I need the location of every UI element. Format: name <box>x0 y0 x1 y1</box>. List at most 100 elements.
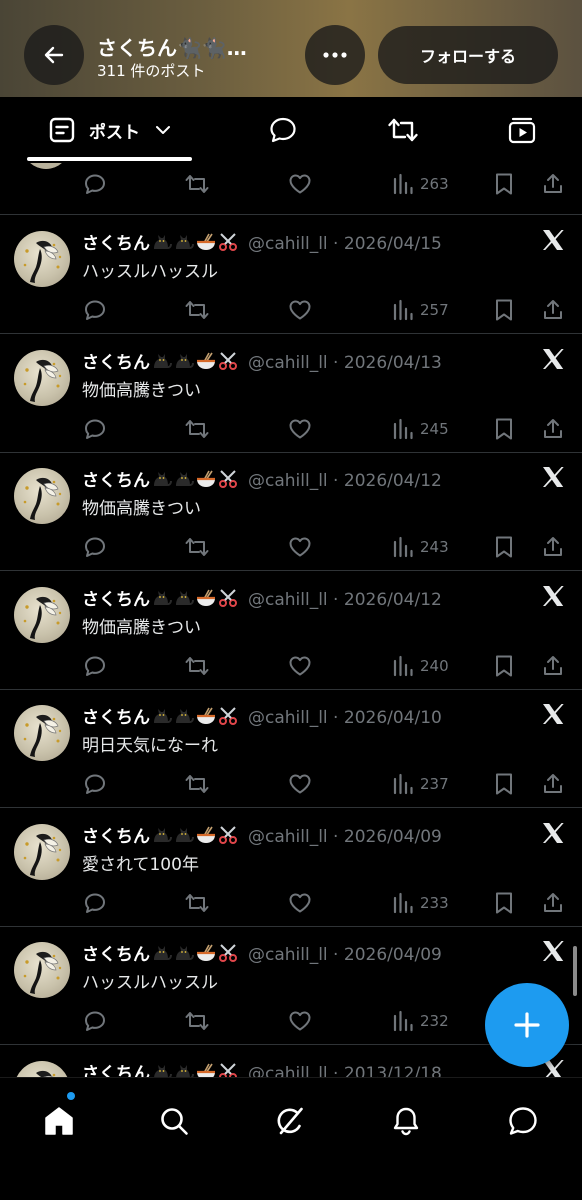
views-button[interactable]: 243 <box>392 534 449 560</box>
like-button[interactable] <box>287 771 313 797</box>
avatar[interactable] <box>14 942 70 998</box>
like-button[interactable] <box>287 890 313 916</box>
tab-replies[interactable] <box>252 97 314 163</box>
post-date[interactable]: 2013/12/18 <box>344 1064 442 1078</box>
like-button[interactable] <box>287 297 313 323</box>
bookmark-button[interactable] <box>492 771 516 797</box>
reply-button[interactable] <box>82 534 108 560</box>
tab-posts[interactable]: ポスト <box>27 97 192 163</box>
post-date[interactable]: 2026/04/13 <box>344 353 442 373</box>
author-handle[interactable]: @cahill_ll <box>248 945 328 965</box>
author-name[interactable]: さくちん <box>82 234 150 254</box>
author-handle[interactable]: @cahill_ll <box>248 471 328 491</box>
compose-post-button[interactable] <box>485 983 569 1067</box>
nav-search[interactable] <box>151 1098 197 1144</box>
like-button[interactable] <box>287 653 313 679</box>
author-name[interactable]: さくちん <box>82 945 150 965</box>
repost-button[interactable] <box>183 771 211 797</box>
avatar[interactable] <box>22 163 70 169</box>
reply-button[interactable] <box>82 297 108 323</box>
reply-button[interactable] <box>82 416 108 442</box>
avatar[interactable] <box>14 231 70 287</box>
nav-home[interactable] <box>36 1098 82 1144</box>
partial-post[interactable]: 263 <box>0 163 582 215</box>
repost-button[interactable] <box>183 416 211 442</box>
author-name[interactable]: さくちん <box>82 1064 150 1078</box>
repost-button[interactable] <box>183 890 211 916</box>
repost-button[interactable] <box>183 1008 211 1034</box>
views-button[interactable]: 263 <box>392 171 449 197</box>
avatar[interactable] <box>14 586 70 643</box>
avatar[interactable] <box>14 1060 70 1077</box>
author-name[interactable]: さくちん <box>82 708 150 728</box>
like-button[interactable] <box>287 171 313 197</box>
bookmark-button[interactable] <box>492 171 516 197</box>
post-date[interactable]: 2026/04/09 <box>344 945 442 965</box>
reply-button[interactable] <box>82 890 108 916</box>
share-button[interactable] <box>541 297 565 323</box>
post-item[interactable]: さくちん @cahill_ll · 2026/04/15 ハッスルハッスル 257 <box>0 215 582 334</box>
author-name[interactable]: さくちん <box>82 590 150 610</box>
views-button[interactable]: 233 <box>392 890 449 916</box>
like-button[interactable] <box>287 534 313 560</box>
author-handle[interactable]: @cahill_ll <box>248 353 328 373</box>
post-date[interactable]: 2026/04/10 <box>344 708 442 728</box>
author-name[interactable]: さくちん <box>82 827 150 847</box>
repost-button[interactable] <box>183 297 211 323</box>
views-button[interactable]: 240 <box>392 653 449 679</box>
follow-button[interactable]: フォローする <box>378 26 558 84</box>
scrollbar-thumb[interactable] <box>573 946 577 996</box>
share-button[interactable] <box>541 653 565 679</box>
post-item[interactable]: さくちん @cahill_ll · 2026/04/12 物価高騰きつい 240 <box>0 571 582 690</box>
post-date[interactable]: 2026/04/15 <box>344 234 442 254</box>
post-item[interactable]: さくちん @cahill_ll · 2026/04/09 愛されて100年 233 <box>0 808 582 927</box>
avatar[interactable] <box>14 349 70 406</box>
views-button[interactable]: 257 <box>392 297 449 323</box>
views-button[interactable]: 232 <box>392 1008 449 1034</box>
share-button[interactable] <box>541 890 565 916</box>
back-button[interactable] <box>24 25 84 85</box>
bookmark-button[interactable] <box>492 653 516 679</box>
repost-button[interactable] <box>183 534 211 560</box>
share-button[interactable] <box>541 771 565 797</box>
tab-videos[interactable] <box>491 97 553 163</box>
author-name[interactable]: さくちん <box>82 353 150 373</box>
author-handle[interactable]: @cahill_ll <box>248 708 328 728</box>
avatar[interactable] <box>14 705 70 761</box>
reply-button[interactable] <box>82 1008 108 1034</box>
post-date[interactable]: 2026/04/12 <box>344 471 442 491</box>
post-item[interactable]: さくちん @cahill_ll · 2026/04/13 物価高騰きつい 245 <box>0 334 582 453</box>
post-feed[interactable]: 263 さくちん @cahill_ll · 2026/04/15 ハッスルハッス… <box>0 163 582 1077</box>
author-handle[interactable]: @cahill_ll <box>248 827 328 847</box>
like-button[interactable] <box>287 416 313 442</box>
nav-notifications[interactable] <box>383 1098 429 1144</box>
repost-button[interactable] <box>183 653 211 679</box>
author-name[interactable]: さくちん <box>82 471 150 491</box>
nav-grok[interactable] <box>267 1098 313 1144</box>
share-button[interactable] <box>541 171 565 197</box>
views-button[interactable]: 245 <box>392 416 449 442</box>
post-item[interactable]: さくちん @cahill_ll · 2026/04/10 明日天気になーれ 237 <box>0 689 582 808</box>
bookmark-button[interactable] <box>492 890 516 916</box>
post-item[interactable]: さくちん @cahill_ll · 2026/04/12 物価高騰きつい 243 <box>0 452 582 571</box>
nav-messages[interactable] <box>500 1098 546 1144</box>
bookmark-button[interactable] <box>492 534 516 560</box>
views-button[interactable]: 237 <box>392 771 449 797</box>
avatar[interactable] <box>14 468 70 524</box>
share-button[interactable] <box>541 416 565 442</box>
share-button[interactable] <box>541 534 565 560</box>
bookmark-button[interactable] <box>492 297 516 323</box>
post-date[interactable]: 2026/04/09 <box>344 827 442 847</box>
avatar[interactable] <box>14 823 70 880</box>
author-handle[interactable]: @cahill_ll <box>248 590 328 610</box>
post-date[interactable]: 2026/04/12 <box>344 590 442 610</box>
reply-button[interactable] <box>82 771 108 797</box>
tab-reposts[interactable] <box>372 97 434 163</box>
more-options-button[interactable] <box>305 25 365 85</box>
author-handle[interactable]: @cahill_ll <box>248 234 328 254</box>
bookmark-button[interactable] <box>492 416 516 442</box>
reply-button[interactable] <box>82 171 108 197</box>
author-handle[interactable]: @cahill_ll <box>248 1064 328 1078</box>
repost-button[interactable] <box>183 171 211 197</box>
like-button[interactable] <box>287 1008 313 1034</box>
